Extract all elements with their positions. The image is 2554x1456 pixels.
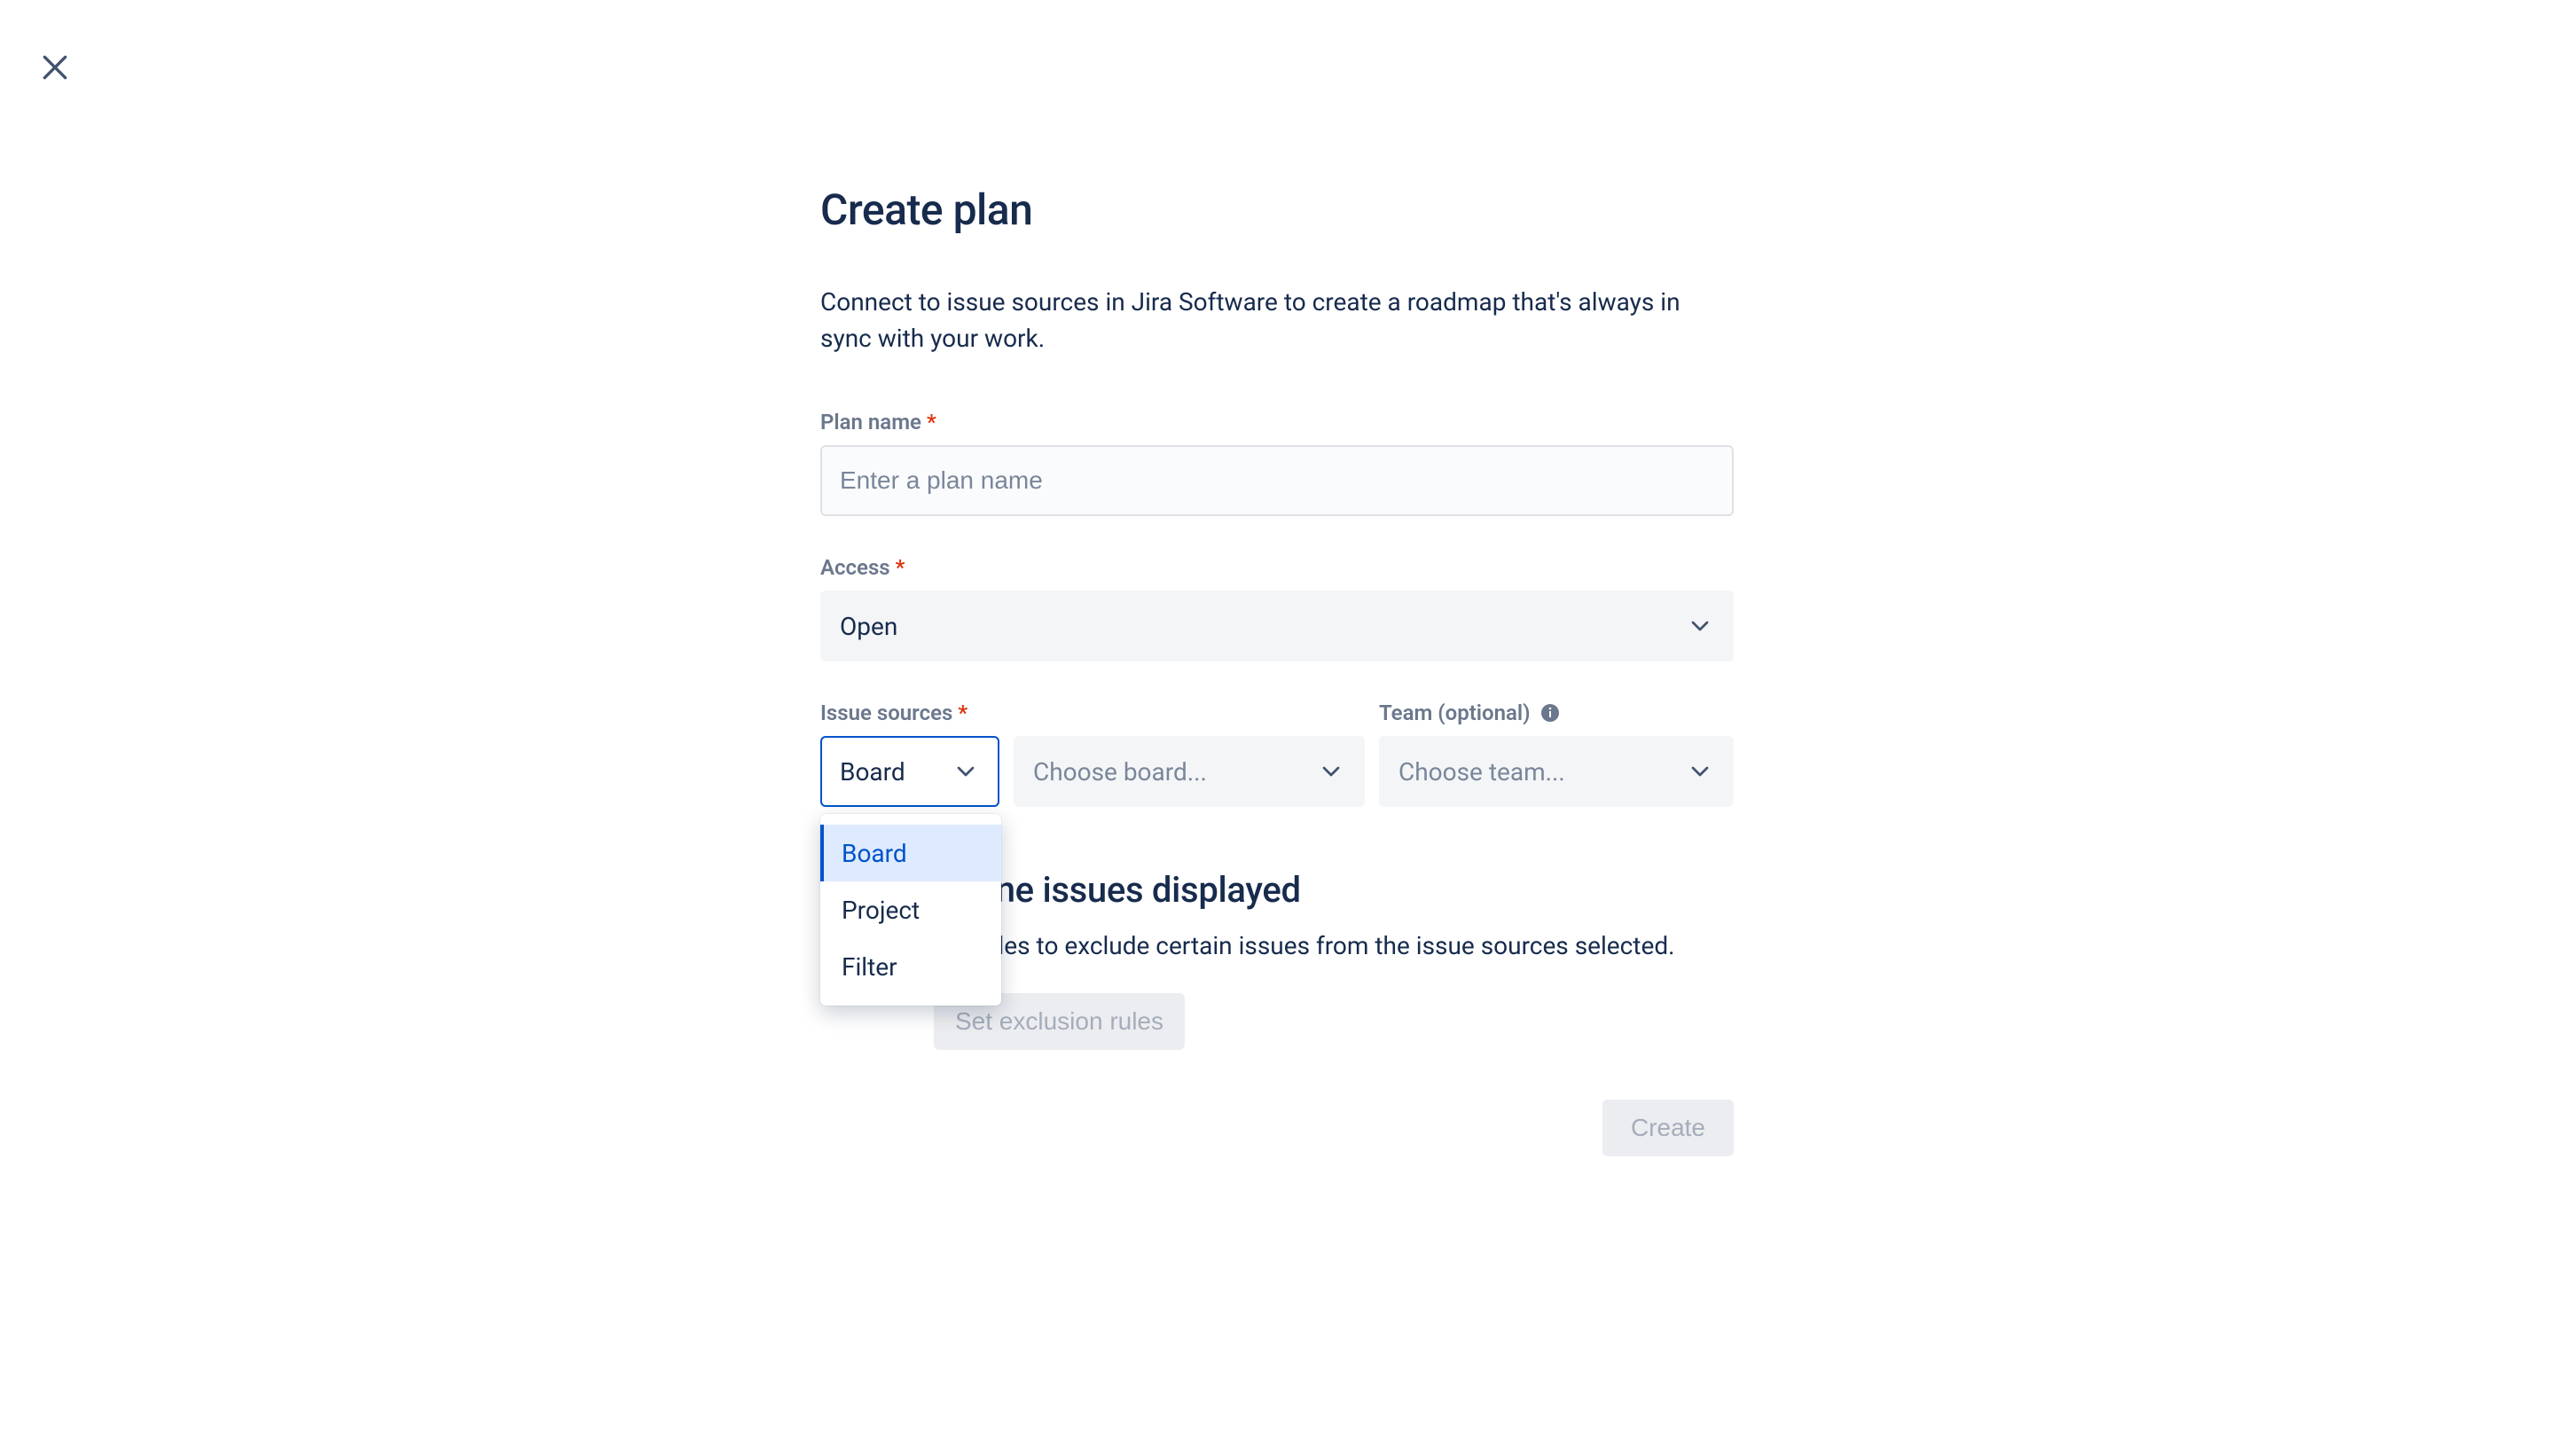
team-label: Team (optional) [1379, 701, 1734, 725]
dialog-footer: Create [820, 1100, 1734, 1156]
chevron-down-icon [1317, 757, 1345, 786]
create-plan-dialog: Create plan Connect to issue sources in … [0, 0, 2554, 1456]
chevron-down-icon [1686, 612, 1714, 640]
required-mark: * [958, 701, 968, 725]
issue-sources-field: Issue sources * Board Board [820, 701, 1734, 807]
dropdown-option-board[interactable]: Board [820, 825, 1001, 881]
board-select[interactable]: Choose board... [1014, 736, 1365, 807]
dropdown-option-label: Project [842, 896, 920, 925]
issue-sources-label-text: Issue sources [820, 701, 952, 725]
plan-name-field: Plan name * [820, 410, 1734, 516]
dropdown-option-label: Board [842, 839, 907, 868]
access-label: Access * [820, 555, 1734, 580]
chevron-down-icon [952, 757, 980, 786]
dialog-title: Create plan [820, 184, 1734, 235]
info-icon [1539, 702, 1561, 724]
dropdown-option-project[interactable]: Project [820, 881, 1001, 938]
issue-source-type-select[interactable]: Board [820, 736, 999, 807]
access-field: Access * Open [820, 555, 1734, 661]
access-select[interactable]: Open [820, 591, 1734, 661]
close-button[interactable] [34, 46, 76, 89]
issue-source-type-dropdown: Board Project Filter [820, 814, 1001, 1006]
chevron-down-icon [1686, 757, 1714, 786]
refine-text-block: Refine issues displayed Set rules to exc… [934, 869, 1734, 1050]
required-mark: * [927, 410, 936, 434]
dropdown-option-filter[interactable]: Filter [820, 938, 1001, 995]
dropdown-option-label: Filter [842, 952, 897, 982]
create-button[interactable]: Create [1602, 1100, 1734, 1156]
team-select-placeholder: Choose team... [1398, 757, 1565, 787]
refine-description: Set rules to exclude certain issues from… [934, 928, 1734, 965]
dialog-content: Create plan Connect to issue sources in … [820, 0, 1734, 1156]
issue-sources-row: Issue sources * Board Board [820, 701, 1734, 807]
issue-source-type-column: Issue sources * Board Board [820, 701, 999, 807]
team-select-column: Team (optional) Choose team... [1379, 701, 1734, 807]
access-select-value: Open [840, 612, 897, 641]
issue-source-type-value: Board [840, 757, 905, 787]
required-mark: * [896, 555, 905, 580]
team-label-text: Team (optional) [1379, 701, 1531, 725]
close-icon [37, 50, 73, 85]
board-select-placeholder: Choose board... [1033, 757, 1207, 787]
access-label-text: Access [820, 555, 890, 580]
board-select-column: . Choose board... [1014, 701, 1365, 807]
refine-title: Refine issues displayed [934, 869, 1734, 911]
team-select[interactable]: Choose team... [1379, 736, 1734, 807]
issue-sources-label: Issue sources * [820, 701, 999, 725]
plan-name-label-text: Plan name [820, 410, 921, 434]
dialog-description: Connect to issue sources in Jira Softwar… [820, 285, 1734, 356]
plan-name-label: Plan name * [820, 410, 1734, 434]
plan-name-input[interactable] [820, 445, 1734, 516]
